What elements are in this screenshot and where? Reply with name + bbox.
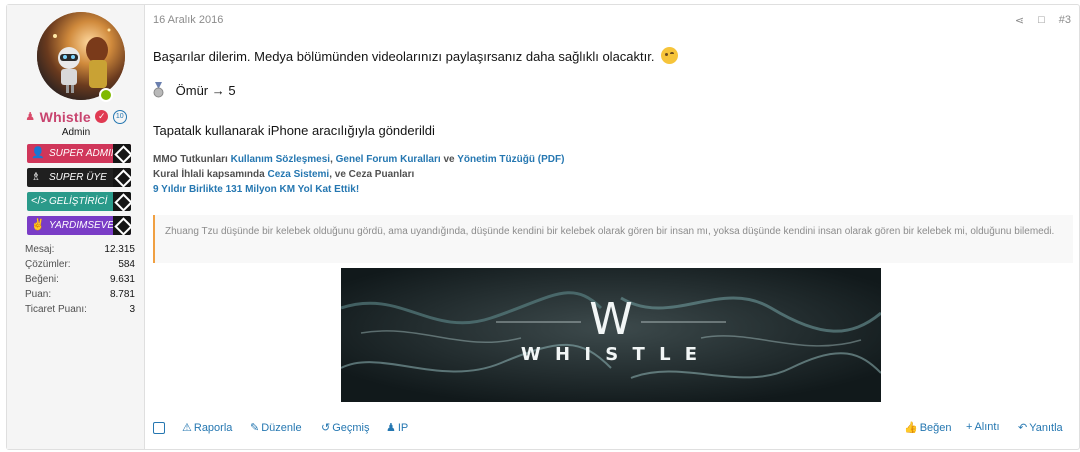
stat-row: Ticaret Puanı: 3 [25, 302, 135, 317]
stat-value: 584 [118, 259, 135, 270]
banner-logo-word: W H I S T L E [521, 344, 701, 365]
signature-row: Kural İhlali kapsamında Ceza Sistemi, ve… [153, 167, 564, 182]
banner-label: YARDIMSEVER [49, 220, 122, 231]
post-text-line: Başarılar dilerim. Medya bölümünden vide… [153, 47, 679, 64]
ribbon-icon [113, 168, 131, 187]
ribbon-icon [113, 192, 131, 211]
post-tools: ⋖ □ #3 [1015, 14, 1071, 27]
reply-button[interactable]: ↶ Yanıtla [1018, 421, 1063, 434]
handshake-icon: ✌ [31, 219, 45, 231]
banner-super-admin: 👤 SUPER ADMIN [27, 144, 131, 163]
level-badge[interactable]: 10 [112, 109, 127, 124]
history-button[interactable]: ↺ Geçmiş [321, 421, 370, 434]
signature-text: , ve Ceza Puanları [329, 169, 415, 180]
stat-value: 3 [129, 304, 135, 315]
stat-label: Mesaj: [25, 244, 55, 255]
banner-logo-letter: W [589, 294, 633, 345]
user-icon: ♟ [25, 110, 36, 123]
user-stats: Mesaj: 12.315 Çözümler: 584 Beğeni: 9.63… [25, 242, 135, 317]
stat-label: Beğeni: [25, 274, 59, 285]
like-button[interactable]: 👍 Beğen [904, 421, 952, 434]
report-button[interactable]: ⚠ Raporla [182, 421, 232, 434]
user-info-panel: ♟ Whistle ✓ 10 Admin 👤 SUPER ADMIN ♗ SUP… [7, 5, 145, 449]
code-icon: </> [31, 195, 47, 207]
user-avatar[interactable] [37, 12, 125, 100]
report-label: Raporla [193, 422, 233, 434]
banner-label: SUPER ÜYE [49, 172, 107, 183]
edit-icon: ✎ [250, 422, 260, 434]
signature-quote: Zhuang Tzu düşünde bir kelebek olduğunu … [153, 215, 1073, 263]
verified-badge-icon: ✓ [95, 110, 109, 124]
anniversary-link[interactable]: 9 Yıldır Birlikte 131 Milyon KM Yol Kat … [153, 184, 359, 195]
post-text-line: Tapatalk kullanarak iPhone aracılığıyla … [153, 123, 435, 138]
banner-super-uye: ♗ SUPER ÜYE [27, 168, 131, 187]
forum-rules-link[interactable]: Genel Forum Kuralları [336, 154, 441, 165]
stat-row: Puan: 8.781 [25, 287, 135, 302]
stat-row: Çözümler: 584 [25, 257, 135, 272]
banner-label: GELİŞTİRİCİ [49, 196, 108, 207]
stat-value: 9.631 [109, 274, 135, 285]
message-main: 16 Aralık 2016 ⋖ □ #3 Başarılar dilerim.… [146, 5, 1079, 449]
ip-button[interactable]: ♟ IP [386, 421, 408, 434]
penalty-system-link[interactable]: Ceza Sistemi [268, 169, 330, 180]
wink-emoji-icon [661, 47, 679, 64]
stat-row: Mesaj: 12.315 [25, 242, 135, 257]
signature-text: ve [443, 154, 455, 165]
plus-icon: + [966, 421, 973, 433]
user-group-icon: ♗ [31, 171, 41, 183]
signature-banner-image: W W H I S T L E [341, 268, 881, 402]
post-actions-bar: ⚠ Raporla ✎ Düzenle ↺ Geçmiş ♟ IP 👍 Beğen + Al… [153, 420, 1073, 440]
post-number-link[interactable]: #3 [1059, 14, 1071, 27]
select-post-checkbox[interactable] [153, 422, 165, 434]
ribbon-icon [113, 216, 131, 235]
post-text-line: Ömür → 5 [153, 82, 236, 98]
signature-text: Kural İhlali kapsamında [153, 169, 265, 180]
signature-text: , [330, 154, 333, 165]
signature-row: MMO Tutkunları Kullanım Sözleşmesi, Gene… [153, 152, 564, 167]
signature-links: MMO Tutkunları Kullanım Sözleşmesi, Gene… [153, 152, 564, 197]
username-row: ♟ Whistle ✓ 10 [7, 108, 145, 126]
edit-label: Düzenle [261, 422, 302, 434]
ribbon-icon [113, 144, 131, 163]
post-date[interactable]: 16 Aralık 2016 [153, 14, 223, 26]
bookmark-icon[interactable]: □ [1038, 14, 1045, 27]
terms-link[interactable]: Kullanım Sözleşmesi [231, 154, 330, 165]
quote-label: Alıntı [974, 421, 1000, 433]
stat-value: 8.781 [109, 289, 135, 300]
user-icon: ♟ [386, 422, 396, 434]
quote-button[interactable]: + Alıntı [966, 421, 1000, 433]
like-label: Beğen [919, 422, 952, 434]
stat-value: 12.315 [104, 244, 135, 255]
online-status-icon [99, 88, 113, 102]
signature-row: 9 Yıldır Birlikte 131 Milyon KM Yol Kat … [153, 182, 564, 197]
banner-yardimsever: ✌ YARDIMSEVER [27, 216, 131, 235]
signature-text: MMO Tutkunları [153, 154, 228, 165]
share-icon[interactable]: ⋖ [1015, 14, 1024, 27]
admin-bylaws-link[interactable]: Yönetim Tüzüğü [457, 154, 535, 165]
warning-icon: ⚠ [182, 422, 192, 434]
user-icon: 👤 [31, 147, 45, 159]
stat-row: Beğeni: 9.631 [25, 272, 135, 287]
stat-label: Ticaret Puanı: [25, 304, 87, 315]
post-text: Ömür → 5 [175, 83, 236, 98]
history-label: Geçmiş [332, 422, 370, 434]
banner-label: SUPER ADMIN [49, 148, 119, 159]
banner-gelistirici: </> GELİŞTİRİCİ [27, 192, 131, 211]
pdf-link[interactable]: (PDF) [538, 154, 565, 165]
post-text: Başarılar dilerim. Medya bölümünden vide… [153, 49, 655, 64]
ip-label: IP [397, 422, 409, 434]
medal-icon [153, 82, 164, 98]
user-title: Admin [61, 127, 91, 138]
edit-button[interactable]: ✎ Düzenle [250, 421, 302, 434]
post-message: ♟ Whistle ✓ 10 Admin 👤 SUPER ADMIN ♗ SUP… [6, 4, 1080, 450]
thumbs-up-icon: 👍 [904, 422, 918, 434]
history-icon: ↺ [321, 422, 331, 434]
reply-label: Yanıtla [1029, 422, 1063, 434]
stat-label: Çözümler: [25, 259, 71, 270]
stat-label: Puan: [25, 289, 52, 300]
username-link[interactable]: Whistle [40, 109, 91, 125]
reply-icon: ↶ [1018, 422, 1028, 434]
